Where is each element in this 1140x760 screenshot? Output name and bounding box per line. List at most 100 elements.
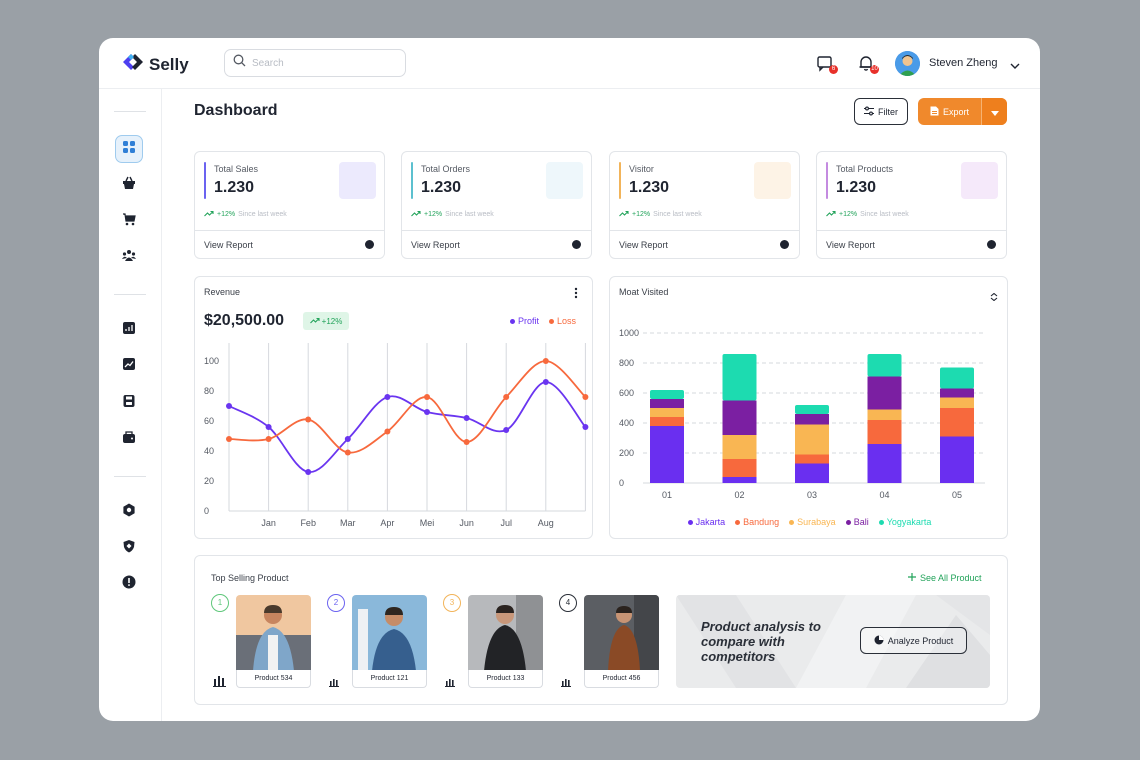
- product-rank: 3: [443, 594, 461, 612]
- arrow-right-icon[interactable]: [365, 240, 374, 249]
- visits-bar-chart: 0 200 400 600 800 1000 01 02 03 04 05: [619, 328, 985, 500]
- data-point-loss: [384, 428, 391, 435]
- stat-accent-bar: [204, 162, 206, 199]
- product-card[interactable]: Product 534: [236, 595, 311, 688]
- sidebar-item-wallet[interactable]: [115, 425, 143, 453]
- view-report-link[interactable]: View Report: [204, 240, 253, 250]
- avatar[interactable]: [895, 51, 920, 76]
- stat-thumbnail: [339, 162, 376, 199]
- bell-badge: 10: [870, 65, 879, 74]
- x-tick-label: 05: [952, 490, 962, 500]
- info-icon: [122, 575, 136, 594]
- search-box[interactable]: [224, 49, 406, 77]
- data-point-profit: [305, 469, 312, 475]
- sidebar-item-reports[interactable]: [115, 316, 143, 344]
- bar-segment-bali: [650, 399, 684, 408]
- view-report-link[interactable]: View Report: [619, 240, 668, 250]
- analyze-product-button[interactable]: Analyze Product: [860, 627, 967, 654]
- revenue-panel: Revenue $20,500.00 +12% Profit Loss 0 20 4…: [194, 276, 593, 539]
- visits-panel: Moat Visited 0 200 400 600 800 1000 01 02 03 04 05…: [609, 276, 1008, 539]
- product-card[interactable]: Product 456: [584, 595, 659, 688]
- bar-segment-bandung: [867, 420, 902, 444]
- product-card[interactable]: Product 121: [352, 595, 427, 688]
- stat-trend-period: Since last week: [653, 211, 702, 218]
- y-tick-label: 80: [204, 386, 214, 396]
- search-icon: [233, 54, 246, 72]
- sidebar-item-customers[interactable]: [115, 243, 143, 271]
- stat-value: 1.230: [214, 179, 255, 196]
- bar-segment-bali: [722, 400, 757, 435]
- bar-chart-icon[interactable]: [329, 674, 339, 692]
- sidebar-item-orders[interactable]: [115, 207, 143, 235]
- product-card[interactable]: Product 133: [468, 595, 543, 688]
- app-name: Selly: [149, 54, 189, 74]
- export-button[interactable]: Export: [918, 98, 981, 125]
- product-name: Product 456: [584, 670, 659, 688]
- bar-segment-jakarta: [795, 463, 829, 483]
- stat-value: 1.230: [629, 179, 670, 196]
- wallet-icon: [122, 430, 136, 449]
- view-report-link[interactable]: View Report: [826, 240, 875, 250]
- data-point-profit: [542, 379, 549, 385]
- product-name: Product 121: [352, 670, 427, 688]
- sidebar-item-saved[interactable]: [115, 389, 143, 417]
- message-icon[interactable]: 6: [816, 54, 838, 74]
- pie-chart-icon: [874, 635, 884, 647]
- y-tick-label: 800: [619, 358, 634, 368]
- bar-chart-icon[interactable]: [561, 674, 571, 692]
- stat-accent-bar: [619, 162, 621, 199]
- bell-icon[interactable]: 10: [857, 54, 879, 74]
- stat-trend-value: +12%: [839, 211, 858, 218]
- y-tick-label: 600: [619, 388, 634, 398]
- stat-divider: [402, 230, 591, 231]
- stat-trend: +12% Since last week: [826, 210, 909, 219]
- export-dropdown-button[interactable]: [981, 98, 1007, 125]
- data-point-profit: [384, 394, 391, 400]
- data-point-loss: [503, 394, 510, 400]
- trend-up-icon: [411, 210, 421, 219]
- stat-trend: +12% Since last week: [204, 210, 287, 219]
- user-name[interactable]: Steven Zheng: [929, 57, 998, 69]
- x-tick-label: Aug: [538, 518, 554, 528]
- cart-icon: [122, 212, 136, 231]
- stat-trend-value: +12%: [217, 211, 236, 218]
- export-button-group: Export: [918, 98, 1007, 125]
- sidebar-item-products[interactable]: [115, 171, 143, 199]
- export-label: Export: [942, 106, 969, 117]
- bar-segment-jakarta: [722, 477, 757, 483]
- sidebar-item-security[interactable]: [115, 534, 143, 562]
- sidebar-item-analytics[interactable]: [115, 352, 143, 380]
- arrow-right-icon[interactable]: [987, 240, 996, 249]
- view-report-link[interactable]: View Report: [411, 240, 460, 250]
- search-input[interactable]: [252, 57, 392, 69]
- analysis-text: Product analysis to compare with competi…: [701, 619, 821, 664]
- data-point-loss: [463, 439, 470, 445]
- grid-icon: [122, 140, 136, 159]
- sidebar-divider: [114, 111, 146, 112]
- legend-jakarta: Jakarta: [687, 517, 725, 527]
- logo[interactable]: Selly: [121, 52, 189, 77]
- legend-bandung: Bandung: [735, 517, 779, 527]
- x-tick-label: Feb: [300, 518, 316, 528]
- sidebar-item-dashboard[interactable]: [115, 135, 143, 163]
- filter-button[interactable]: Filter: [854, 98, 908, 125]
- data-point-loss: [226, 436, 232, 442]
- stat-card: Total Orders 1.230 +12% Since last week View…: [401, 151, 592, 259]
- sidebar-item-settings[interactable]: [115, 498, 143, 526]
- bar-segment-surabaya: [650, 408, 684, 417]
- see-all-link[interactable]: See All Product: [908, 573, 982, 583]
- data-point-loss: [344, 449, 351, 456]
- data-point-profit: [463, 415, 470, 421]
- x-tick-label: Apr: [380, 518, 394, 528]
- arrow-right-icon[interactable]: [572, 240, 581, 249]
- data-point-loss: [542, 358, 549, 364]
- bar-chart-icon[interactable]: [445, 674, 455, 692]
- sidebar-item-help[interactable]: [115, 570, 143, 598]
- data-point-profit: [424, 409, 430, 415]
- bar-segment-yogyakarta: [867, 354, 902, 377]
- chevron-down-icon[interactable]: [1010, 58, 1020, 76]
- arrow-right-icon[interactable]: [780, 240, 789, 249]
- data-point-profit: [582, 424, 589, 430]
- bar-segment-surabaya: [722, 435, 757, 459]
- bar-chart-icon[interactable]: [213, 674, 227, 692]
